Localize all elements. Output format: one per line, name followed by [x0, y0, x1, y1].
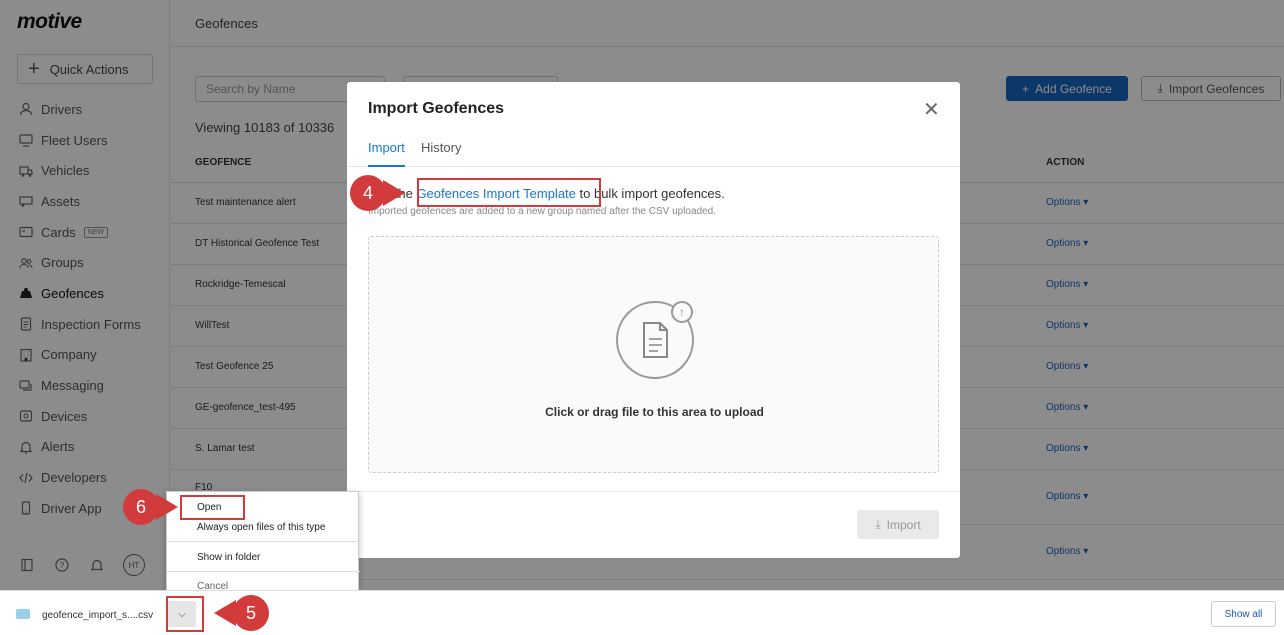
menu-item-always-open[interactable]: Always open files of this type — [197, 522, 325, 533]
modal-tabs: Import History — [347, 138, 960, 167]
upload-icon: ⤓ — [875, 517, 881, 531]
highlight-download-chevron — [166, 596, 204, 632]
menu-separator — [167, 541, 360, 542]
close-icon[interactable]: ✕ — [923, 97, 940, 122]
modal-footer-divider — [347, 491, 960, 492]
show-all-button[interactable]: Show all — [1211, 601, 1276, 627]
highlight-open — [180, 495, 245, 520]
callout-5: 5 — [233, 595, 269, 631]
callout-4: 4 — [350, 175, 386, 211]
callout-6: 6 — [123, 489, 159, 525]
active-tab-indicator — [368, 165, 405, 167]
download-filename[interactable]: geofence_import_s....csv — [42, 610, 153, 621]
instruction-subtext: Imported geofences are added to a new gr… — [368, 206, 717, 217]
callout-number: 5 — [245, 602, 256, 623]
highlight-template-link — [417, 178, 601, 207]
tab-history[interactable]: History — [421, 140, 461, 155]
tab-import[interactable]: Import — [368, 140, 405, 155]
callout-number: 4 — [362, 182, 373, 203]
csv-file-icon — [16, 609, 30, 619]
dropzone-label: Click or drag file to this area to uploa… — [545, 405, 764, 419]
callout-4-arrow — [383, 180, 405, 206]
modal-title: Import Geofences — [368, 100, 505, 117]
arrow-up-icon: ↑ — [671, 301, 693, 323]
import-geofences-modal: Import Geofences ✕ Import History Use th… — [347, 82, 960, 558]
menu-separator — [167, 571, 360, 572]
import-button-label: Import — [886, 517, 921, 532]
callout-number: 6 — [135, 496, 146, 517]
menu-item-show-in-folder[interactable]: Show in folder — [197, 552, 260, 563]
import-button[interactable]: ⤓ Import — [857, 510, 939, 539]
instruction-after: to bulk import geofences. — [579, 186, 725, 201]
upload-dropzone[interactable]: ↑ Click or drag file to this area to upl… — [368, 236, 939, 473]
callout-6-arrow — [156, 494, 178, 520]
